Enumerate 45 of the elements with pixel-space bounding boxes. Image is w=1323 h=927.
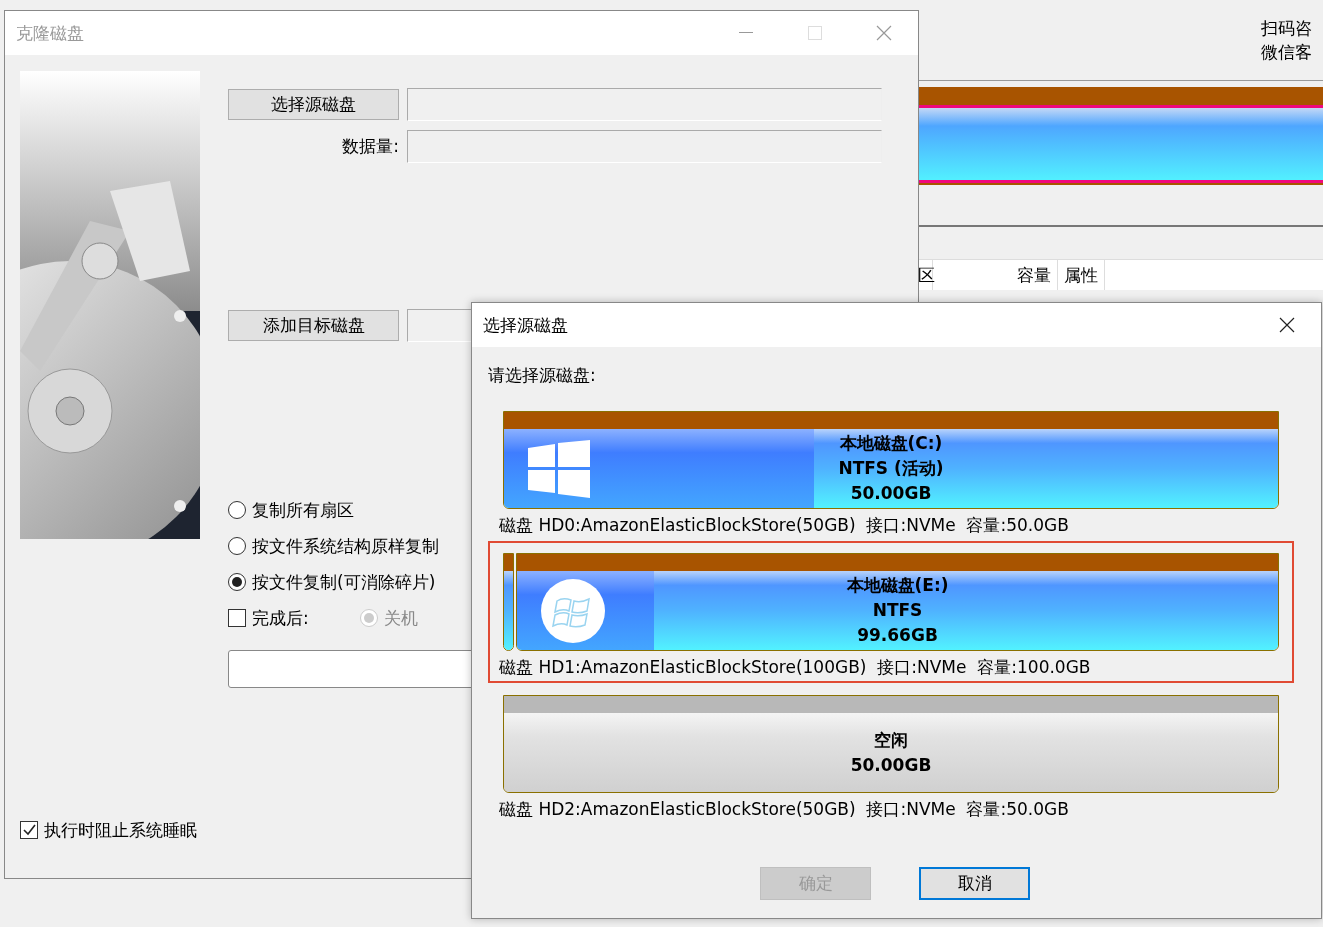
radio-label: 关机 (384, 606, 418, 630)
window-title: 克隆磁盘 (16, 21, 84, 45)
header-text: 扫码咨 (1261, 17, 1313, 40)
partition-bar[interactable]: 本地磁盘(E:) NTFS 99.66GB (516, 553, 1279, 651)
partition-label: NTFS (活动) (838, 457, 944, 480)
radio-label: 复制所有扇区 (252, 498, 354, 522)
checkbox[interactable] (20, 821, 38, 839)
partition-label: 空闲 (874, 728, 908, 752)
disk-info: 磁盘 HD2:AmazonElasticBlockStore(50GB) 接口:NVMe 容量:50.0GB (499, 798, 1070, 821)
partition-label: 50.00GB (850, 753, 932, 777)
column-header[interactable]: 属性 (1058, 260, 1105, 290)
partition-label: 50.00GB (850, 482, 932, 505)
disk-info: 磁盘 HD0:AmazonElasticBlockStore(50GB) 接口:NVMe 容量:50.0GB (499, 514, 1070, 537)
partition-label: 99.66GB (857, 624, 938, 647)
radio-label: 按文件复制(可消除碎片) (252, 570, 436, 594)
minimize-icon (738, 32, 753, 34)
checkbox-label: 执行时阻止系统睡眠 (44, 818, 197, 842)
prompt-text: 请选择源磁盘: (488, 364, 597, 387)
partition-label: NTFS (872, 599, 923, 622)
data-amount-label: 数据量: (341, 135, 399, 158)
windows-logo-icon (528, 439, 590, 498)
select-source-button[interactable]: 选择源磁盘 (228, 89, 399, 120)
checkbox-label: 完成后: (252, 606, 309, 630)
disk-item[interactable]: 本地磁盘(C:) NTFS (活动) 50.00GB 磁盘 HD0:AmazonElasticBlockStore(50GB) 接口:NVMe 容量:50.0GB (488, 399, 1294, 541)
partition-bar[interactable]: 本地磁盘(C:) NTFS (活动) 50.00GB (503, 411, 1279, 509)
checkbox[interactable] (228, 609, 246, 627)
maximize-icon (807, 26, 822, 40)
windows-logo-icon (541, 578, 605, 643)
disk-item[interactable]: 空闲 50.00GB 磁盘 HD2:AmazonElasticBlockStore(50GB) 接口:NVMe 容量:50.0GB (488, 683, 1294, 825)
partition-label: 本地磁盘(C:) (839, 432, 943, 455)
radio-button[interactable] (228, 501, 246, 519)
close-icon (875, 25, 892, 41)
window-title: 选择源磁盘 (483, 313, 568, 337)
partition-bar[interactable]: 空闲 50.00GB (503, 695, 1279, 793)
partition-label: 本地磁盘(E:) (846, 574, 949, 597)
add-target-button[interactable]: 添加目标磁盘 (228, 310, 399, 341)
radio-button[interactable] (228, 537, 246, 555)
radio-label: 按文件系统结构原样复制 (252, 534, 439, 558)
disk-item[interactable]: 本地磁盘(E:) NTFS 99.66GB 磁盘 HD1:AmazonElasticBlockStore(100GB) 接口:NVMe 容量:100.0GB (488, 541, 1294, 683)
close-icon (1278, 317, 1295, 333)
source-field[interactable] (407, 88, 882, 121)
radio-button[interactable] (228, 573, 246, 591)
header-text: 微信客 (1261, 41, 1313, 64)
disk-info: 磁盘 HD1:AmazonElasticBlockStore(100GB) 接口:NVMe 容量:100.0GB (499, 656, 1092, 679)
dialog-button[interactable]: 取消 (919, 867, 1030, 900)
